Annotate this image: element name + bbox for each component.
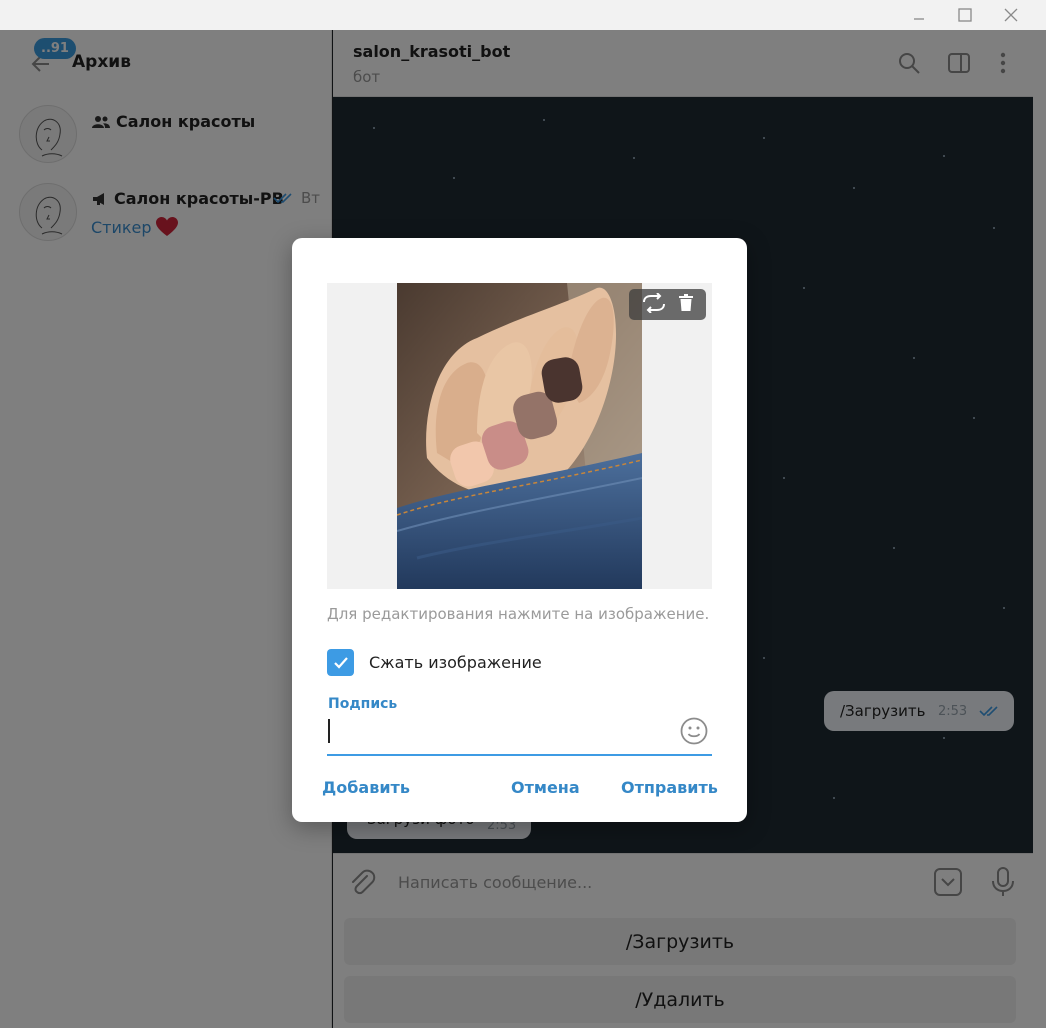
- caption-label: Подпись: [328, 696, 398, 712]
- replace-icon: [642, 291, 665, 314]
- image-preview[interactable]: [397, 283, 642, 589]
- compress-checkbox[interactable]: [327, 649, 354, 676]
- cancel-button[interactable]: Отмена: [511, 778, 580, 797]
- close-window-button[interactable]: [988, 0, 1034, 30]
- smiley-icon: [680, 717, 708, 745]
- window-titlebar: [0, 0, 1046, 30]
- compress-label[interactable]: Сжать изображение: [369, 653, 542, 672]
- replace-image-button[interactable]: [641, 291, 667, 317]
- caption-input[interactable]: [327, 716, 712, 756]
- trash-icon: [679, 293, 694, 311]
- image-preview-area: [327, 283, 712, 589]
- close-icon: [1004, 8, 1018, 22]
- minimize-icon: [914, 18, 924, 20]
- maximize-button[interactable]: [942, 0, 988, 30]
- text-caret: [328, 719, 330, 743]
- add-button[interactable]: Добавить: [322, 778, 410, 797]
- edit-hint: Для редактирования нажмите на изображени…: [327, 605, 710, 623]
- checkmark-icon: [333, 656, 348, 669]
- maximize-icon: [958, 8, 972, 22]
- send-button[interactable]: Отправить: [621, 778, 718, 797]
- emoji-button[interactable]: [679, 716, 709, 746]
- send-photo-dialog: Для редактирования нажмите на изображени…: [292, 238, 747, 822]
- delete-image-button[interactable]: [678, 293, 694, 316]
- minimize-button[interactable]: [896, 0, 942, 30]
- image-tools: [629, 289, 706, 320]
